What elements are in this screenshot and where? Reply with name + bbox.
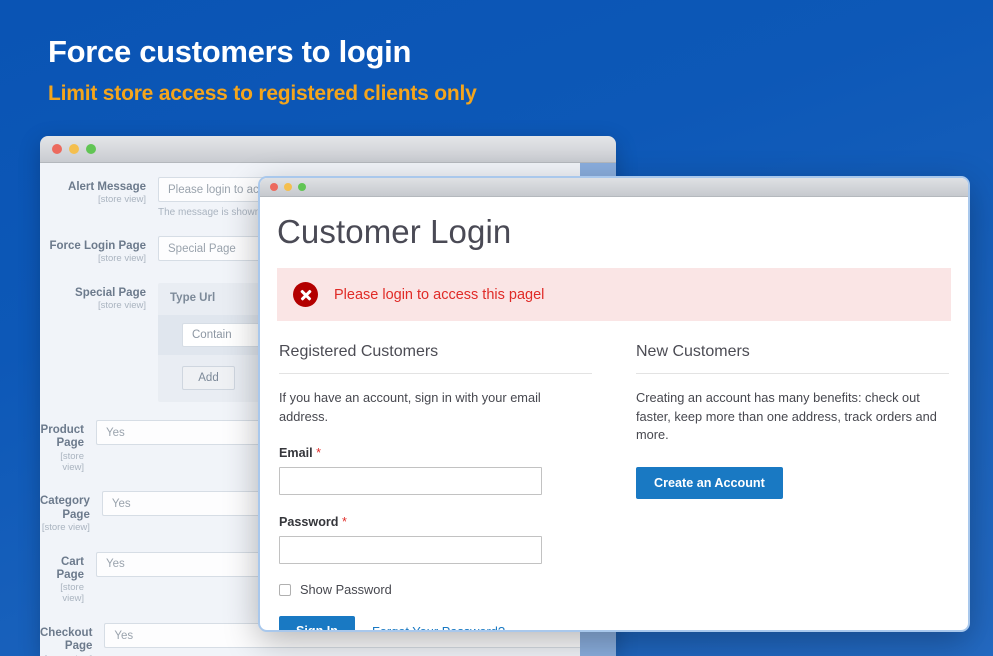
customer-login-window: Customer Login Please login to access th…	[258, 176, 970, 632]
config-scope: [store view]	[97, 194, 146, 206]
new-customers-heading: New Customers	[636, 343, 949, 374]
password-label: Password *	[279, 515, 592, 529]
login-page-title: Customer Login	[277, 213, 512, 250]
error-message-banner: Please login to access this pagel	[277, 268, 951, 321]
config-label: Cart Page [store view]	[40, 552, 96, 605]
registered-customers-column: Registered Customers If you have an acco…	[279, 343, 592, 630]
config-label-text: Alert Message	[68, 181, 146, 193]
close-icon[interactable]	[52, 144, 62, 154]
config-scope: [store view]	[60, 582, 84, 605]
email-label-text: Email	[279, 446, 313, 461]
config-scope: [store view]	[60, 450, 84, 473]
error-circle-x-icon	[293, 282, 318, 307]
page-subtitle: Limit store access to registered clients…	[48, 81, 477, 105]
error-message-text: Please login to access this pagel	[334, 286, 545, 303]
minimize-icon[interactable]	[69, 144, 79, 154]
maximize-icon[interactable]	[298, 183, 306, 191]
config-scope: [store view]	[97, 253, 146, 265]
forgot-password-link[interactable]: Forgot Your Password?	[372, 624, 505, 630]
banner: Force customers to login Limit store acc…	[48, 34, 477, 106]
registered-customers-description: If you have an account, sign in with you…	[279, 390, 541, 424]
config-label-text: Checkout Page	[40, 627, 93, 653]
new-customers-column: New Customers Creating an account has ma…	[636, 343, 949, 630]
config-label: Checkout Page [store view]	[40, 623, 104, 656]
show-password-label: Show Password	[300, 582, 392, 598]
email-required-marker: *	[316, 446, 322, 461]
close-icon[interactable]	[270, 183, 278, 191]
show-password-checkbox[interactable]	[279, 583, 291, 596]
registered-customers-heading: Registered Customers	[279, 343, 592, 374]
create-account-button[interactable]: Create an Account	[636, 466, 783, 499]
add-url-button[interactable]: Add	[182, 366, 235, 391]
minimize-icon[interactable]	[284, 183, 292, 191]
login-columns: Registered Customers If you have an acco…	[277, 343, 951, 630]
config-label-text: Category Page	[40, 495, 90, 521]
config-label: Category Page [store view]	[40, 491, 102, 533]
config-label-text: Product Page	[40, 424, 84, 450]
email-field[interactable]	[279, 467, 542, 496]
config-label: Force Login Page [store view]	[40, 236, 158, 265]
config-scope: [store view]	[41, 521, 90, 533]
back-window-titlebar	[40, 136, 616, 163]
login-window-titlebar	[260, 178, 968, 197]
config-label-text: Cart Page	[56, 555, 85, 581]
maximize-icon[interactable]	[86, 144, 96, 154]
password-required-marker: *	[342, 515, 347, 530]
page-title: Force customers to login	[48, 34, 412, 69]
login-body: Customer Login Please login to access th…	[260, 197, 968, 630]
email-label: Email *	[279, 446, 592, 460]
password-field[interactable]	[279, 536, 542, 565]
config-label-text: Force Login Page	[49, 240, 147, 252]
config-label: Alert Message [store view]	[40, 177, 158, 206]
config-label-text: Special Page	[75, 287, 146, 300]
sign-in-button[interactable]: Sign In	[279, 616, 355, 630]
password-label-text: Password	[279, 515, 339, 530]
config-label: Product Page [store view]	[40, 420, 96, 473]
login-actions: Sign In Forgot Your Password?	[279, 616, 592, 630]
new-customers-description: Creating an account has many benefits: c…	[636, 390, 937, 443]
show-password-row[interactable]: Show Password	[279, 582, 592, 597]
config-scope: [store view]	[97, 300, 146, 312]
config-label: Special Page [store view]	[40, 283, 158, 312]
